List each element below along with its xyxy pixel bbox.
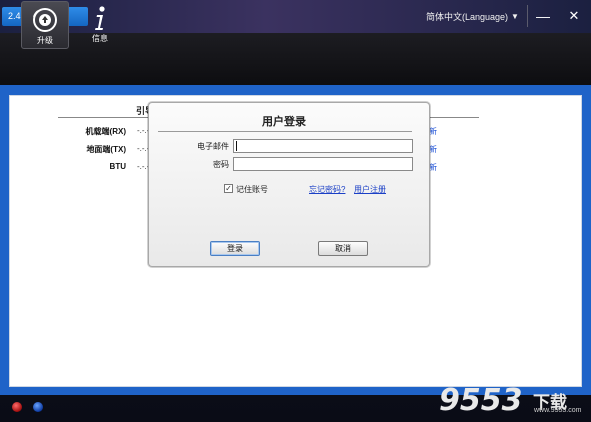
email-label: 电子邮件 [197,142,229,151]
language-label: 简体中文(Language) [426,12,509,22]
toolbar-info-button[interactable]: 信息 [76,0,124,50]
login-button[interactable]: 登录 [210,241,260,256]
status-blue-indicator [33,402,43,412]
dji-logo-watermark: dji [512,344,558,384]
password-label: 密码 [213,160,229,169]
password-field[interactable] [233,157,413,171]
row-label-btu: BTU [109,162,126,171]
toolbar-upgrade-label: 升级 [37,36,53,45]
close-button[interactable]: ✕ [562,5,586,27]
remember-checkbox[interactable]: ✓ [224,184,233,193]
toolbar-info-label: 信息 [92,34,108,43]
chevron-down-icon: ▼ [511,12,519,21]
title-divider [527,5,528,27]
minimize-button[interactable]: — [531,5,555,27]
toolbar-upgrade-button[interactable]: 升级 [21,1,69,49]
forgot-password-link[interactable]: 忘记密码? [309,184,345,195]
text-caret [236,141,237,151]
row-label-rx: 机载端(RX) [85,127,126,136]
site-watermark-number: 9553 [439,383,523,418]
row-label-tx: 地面端(TX) [86,145,126,154]
email-field[interactable] [233,139,413,153]
cancel-button[interactable]: 取消 [318,241,368,256]
remember-label: 记住账号 [236,185,268,194]
dialog-title-divider [158,131,412,132]
dialog-title: 用户登录 [262,116,306,128]
info-icon [95,6,105,30]
register-link[interactable]: 用户注册 [354,184,386,195]
language-select[interactable]: 简体中文(Language) ▼ [426,10,519,23]
site-watermark-url: www.9553.com [534,407,582,414]
upgrade-globe-icon [33,8,57,32]
status-red-indicator [12,402,22,412]
